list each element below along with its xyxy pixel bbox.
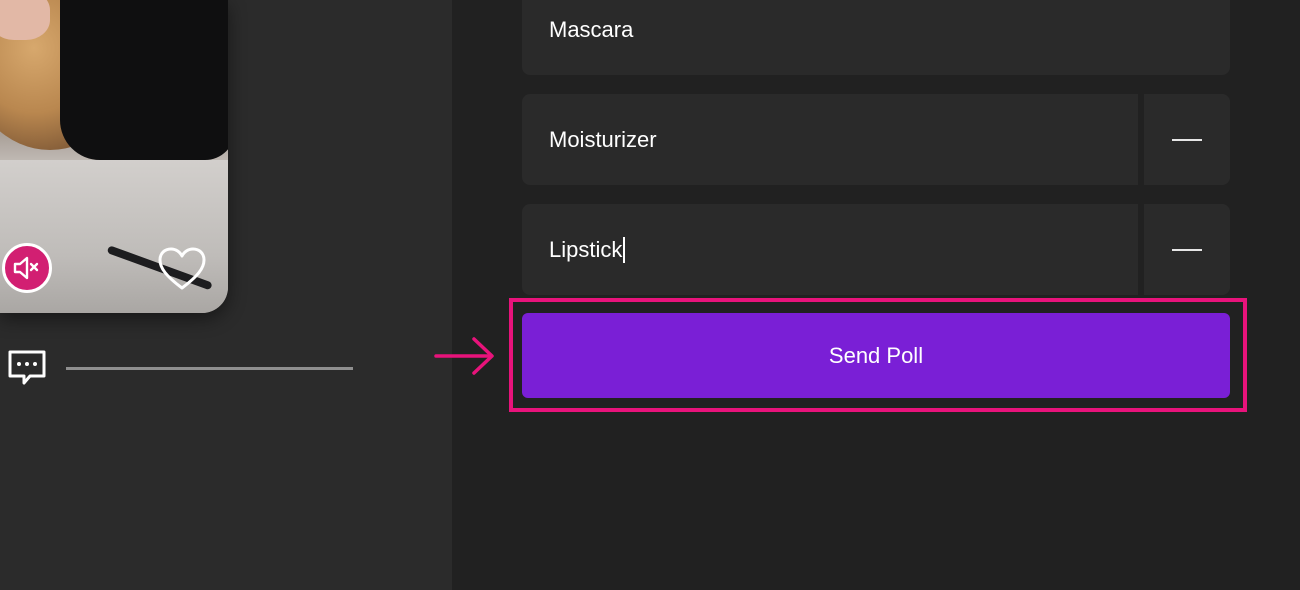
poll-option-input[interactable]: Lipstick bbox=[522, 204, 1138, 295]
heart-icon bbox=[158, 247, 206, 290]
minus-icon bbox=[1172, 248, 1202, 251]
comment-button[interactable] bbox=[6, 348, 48, 388]
send-poll-button[interactable]: Send Poll bbox=[522, 313, 1230, 398]
speaker-muted-icon bbox=[13, 256, 39, 280]
poll-option-value: Mascara bbox=[549, 16, 634, 42]
video-person-shirt bbox=[60, 0, 228, 160]
video-preview[interactable] bbox=[0, 0, 228, 313]
poll-option-input[interactable]: Moisturizer bbox=[522, 94, 1138, 185]
arrow-right-icon bbox=[434, 337, 494, 375]
poll-option-row: Mascara bbox=[522, 0, 1230, 75]
poll-option-value: Lipstick bbox=[549, 236, 623, 262]
text-cursor bbox=[623, 236, 625, 263]
chat-bubble-icon bbox=[8, 350, 46, 385]
poll-option-row: Moisturizer bbox=[522, 94, 1230, 185]
remove-option-button[interactable] bbox=[1138, 94, 1230, 185]
poll-option-value: Moisturizer bbox=[549, 126, 657, 152]
like-button[interactable] bbox=[156, 246, 208, 292]
minus-icon bbox=[1172, 138, 1202, 141]
mute-button[interactable] bbox=[2, 243, 52, 293]
left-panel bbox=[0, 0, 452, 590]
poll-option-row: Lipstick bbox=[522, 204, 1230, 295]
progress-track bbox=[66, 367, 353, 370]
poll-option-input[interactable]: Mascara bbox=[522, 0, 1230, 75]
remove-option-button[interactable] bbox=[1138, 204, 1230, 295]
video-person-hand bbox=[0, 0, 50, 40]
